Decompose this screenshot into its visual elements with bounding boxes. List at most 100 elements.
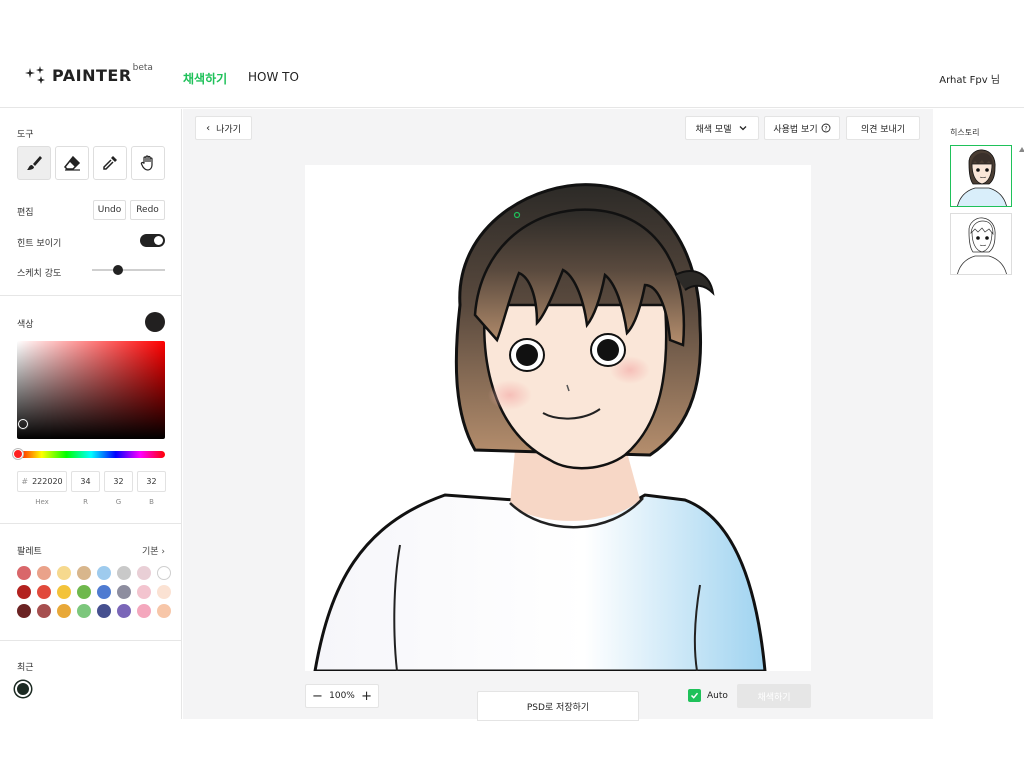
hint-label: 힌트 보이기 <box>17 239 62 249</box>
divider <box>0 523 182 524</box>
palette-swatch[interactable] <box>37 585 51 599</box>
palette-swatch[interactable] <box>17 604 31 618</box>
hue-slider[interactable] <box>13 449 165 459</box>
colorize-button[interactable]: 채색하기 <box>737 684 811 708</box>
hex-input[interactable]: # 222020 <box>17 471 67 492</box>
slider-handle[interactable] <box>112 265 123 275</box>
undo-button[interactable]: Undo <box>93 200 126 220</box>
history-panel: 히스토리 <box>934 109 1024 719</box>
history-colored-thumb <box>951 146 1011 206</box>
exit-label: 나가기 <box>216 124 241 135</box>
palette-swatch[interactable] <box>57 566 71 580</box>
palette-preset-label: 기본 <box>142 547 159 557</box>
hand-tool-button[interactable] <box>131 146 165 180</box>
hue-handle[interactable] <box>13 449 23 459</box>
palette-swatch[interactable] <box>117 585 131 599</box>
tool-sidebar: 도구 편집 Undo Redo 힌트 보이기 스케치 강도 색상 # 22202… <box>0 109 182 719</box>
character-illustration <box>305 165 811 671</box>
palette-swatch[interactable] <box>137 566 151 580</box>
auto-label: Auto <box>707 690 728 701</box>
history-thumbnail[interactable] <box>950 145 1012 207</box>
logo-beta: beta <box>132 63 153 73</box>
hex-value: 222020 <box>32 477 63 486</box>
g-label: G <box>115 498 122 506</box>
hex-prefix: # <box>21 477 29 486</box>
howto-label: 사용법 보기 <box>773 124 818 135</box>
redo-button[interactable]: Redo <box>130 200 165 220</box>
hand-icon <box>140 155 153 171</box>
sparkle-icon <box>25 66 45 84</box>
logo-text: PAINTER <box>52 66 132 85</box>
palette-swatch[interactable] <box>37 604 51 618</box>
exit-button[interactable]: ‹ 나가기 <box>195 116 252 140</box>
nav-howto[interactable]: HOW TO <box>248 70 299 84</box>
saturation-value-picker[interactable] <box>17 341 165 439</box>
chevron-left-icon: ‹ <box>206 122 211 134</box>
sketch-strength-label: 스케치 강도 <box>17 269 62 279</box>
model-select[interactable]: 채색 모델 <box>685 116 759 140</box>
sketch-strength-slider[interactable] <box>92 265 165 275</box>
top-header: PAINTER beta 채색하기 HOW TO Arhat Fpv 님 <box>0 52 1024 108</box>
b-label: B <box>149 498 154 506</box>
painter-logo[interactable]: PAINTER beta <box>24 63 153 86</box>
palette-swatch[interactable] <box>117 604 131 618</box>
help-circle-icon: ? <box>821 123 831 133</box>
palette-swatch[interactable] <box>117 566 131 580</box>
recent-color-swatch[interactable] <box>15 681 31 697</box>
tools-label: 도구 <box>17 130 34 140</box>
palette-swatch[interactable] <box>37 566 51 580</box>
history-sketch-thumb <box>951 214 1011 274</box>
drawing-canvas[interactable] <box>305 165 811 671</box>
palette-swatch[interactable] <box>97 604 111 618</box>
palette-swatch[interactable] <box>97 585 111 599</box>
palette-swatch[interactable] <box>157 566 171 580</box>
feedback-button[interactable]: 의견 보내기 <box>846 116 920 140</box>
hint-toggle[interactable] <box>140 234 165 247</box>
scroll-up-icon[interactable] <box>1019 147 1024 152</box>
divider <box>0 295 182 296</box>
zoom-in-button[interactable]: + <box>361 689 372 704</box>
auto-checkbox[interactable] <box>688 689 701 702</box>
edit-label: 편집 <box>17 208 34 218</box>
check-icon <box>690 692 699 699</box>
eraser-icon <box>63 155 81 171</box>
model-select-label: 채색 모델 <box>695 124 732 135</box>
user-name[interactable]: Arhat Fpv 님 <box>939 71 1000 86</box>
palette-preset-link[interactable]: 기본 › <box>142 544 165 557</box>
palette-swatch[interactable] <box>137 585 151 599</box>
palette-swatch[interactable] <box>77 604 91 618</box>
palette-swatch[interactable] <box>157 604 171 618</box>
palette-label: 팔레트 <box>17 547 42 557</box>
r-input[interactable]: 34 <box>71 471 100 492</box>
nav-colorize[interactable]: 채색하기 <box>183 70 227 87</box>
g-input[interactable]: 32 <box>104 471 133 492</box>
hex-label: Hex <box>35 498 49 506</box>
color-picker-cursor[interactable] <box>18 419 28 429</box>
save-psd-button[interactable]: PSD로 저장하기 <box>477 691 639 721</box>
eraser-tool-button[interactable] <box>55 146 89 180</box>
brush-tool-button[interactable] <box>17 146 51 180</box>
color-label: 색상 <box>17 320 34 330</box>
palette-swatch[interactable] <box>77 585 91 599</box>
palette-swatch[interactable] <box>77 566 91 580</box>
palette-swatch[interactable] <box>57 604 71 618</box>
auto-checkbox-wrap[interactable]: Auto <box>688 689 728 702</box>
palette-swatch[interactable] <box>137 604 151 618</box>
b-input[interactable]: 32 <box>137 471 166 492</box>
zoom-control: − 100% + <box>305 684 379 708</box>
palette-swatch[interactable] <box>157 585 171 599</box>
palette-swatch[interactable] <box>97 566 111 580</box>
palette-swatch[interactable] <box>57 585 71 599</box>
current-color-dot <box>145 312 165 332</box>
history-thumbnail[interactable] <box>950 213 1012 275</box>
zoom-out-button[interactable]: − <box>312 689 323 704</box>
zoom-level: 100% <box>329 691 355 701</box>
palette-swatch[interactable] <box>17 585 31 599</box>
howto-button[interactable]: 사용법 보기 ? <box>764 116 840 140</box>
eyedropper-tool-button[interactable] <box>93 146 127 180</box>
history-label: 히스토리 <box>950 128 980 137</box>
r-label: R <box>83 498 88 506</box>
brush-icon <box>27 156 42 170</box>
svg-text:?: ? <box>824 125 827 132</box>
palette-swatch[interactable] <box>17 566 31 580</box>
